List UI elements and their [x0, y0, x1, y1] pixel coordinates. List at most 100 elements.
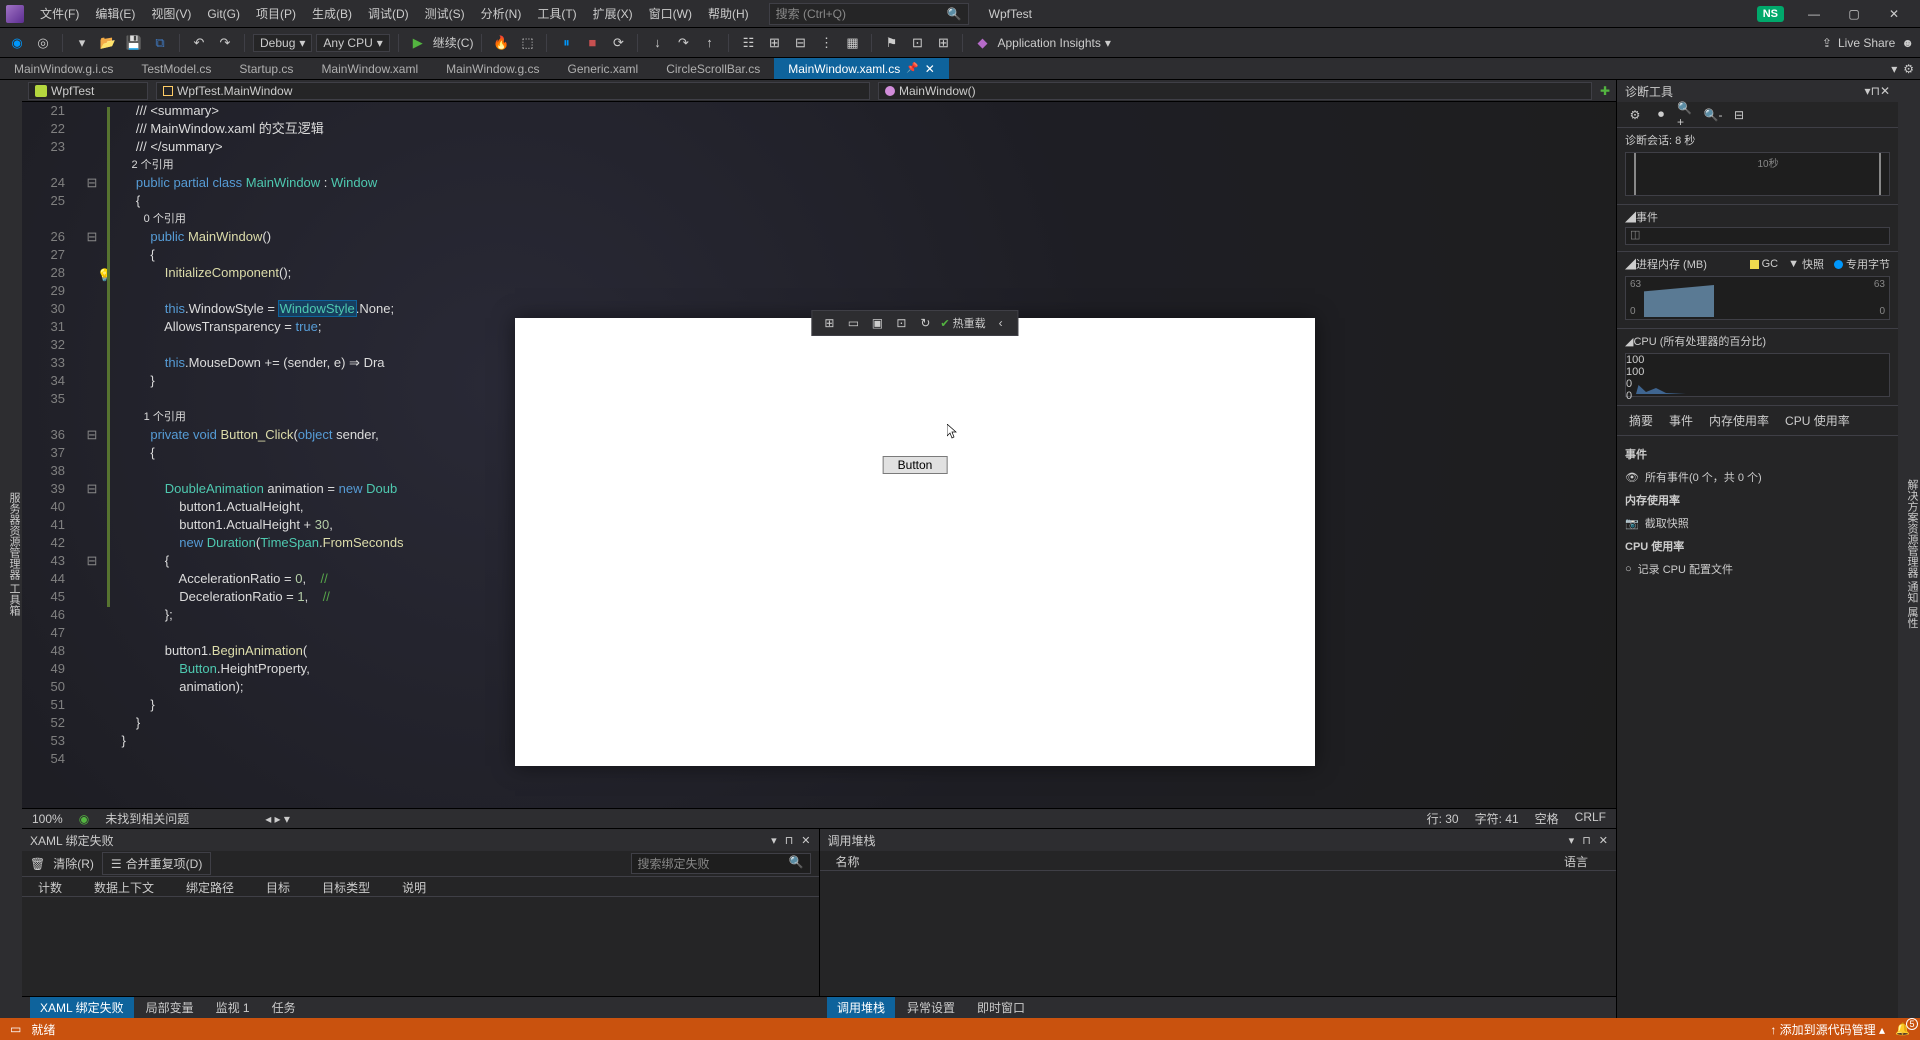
issues-nav[interactable]: ◂ ▸ ▾: [265, 812, 290, 826]
split-icon[interactable]: ✚: [1600, 84, 1610, 98]
restart-icon[interactable]: ⟳: [607, 32, 629, 54]
col-header[interactable]: 计数: [30, 877, 82, 896]
diag-reset-icon[interactable]: ⊟: [1729, 105, 1749, 125]
menu-view[interactable]: 视图(V): [143, 1, 199, 26]
menu-git[interactable]: Git(G): [199, 3, 248, 25]
open-icon[interactable]: 📂: [97, 32, 119, 54]
diag-tab[interactable]: CPU 使用率: [1781, 410, 1854, 431]
bottom-tab[interactable]: XAML 绑定失败: [30, 997, 134, 1018]
undo-icon[interactable]: ↶: [188, 32, 210, 54]
diag-tab[interactable]: 内存使用率: [1705, 410, 1773, 431]
issues-icon[interactable]: ◉: [79, 812, 89, 826]
right-side-strip[interactable]: 解决方案资源管理器 通知 属性: [1898, 80, 1920, 1018]
cpu-graph[interactable]: 100100 00: [1625, 353, 1890, 397]
bottom-tab[interactable]: 异常设置: [897, 997, 965, 1018]
bottom-tab[interactable]: 即时窗口: [967, 997, 1035, 1018]
bottom-tab[interactable]: 监视 1: [206, 997, 260, 1018]
live-collapse-icon[interactable]: ‹: [992, 314, 1010, 332]
bottom-tab[interactable]: 局部变量: [136, 997, 204, 1018]
redo-icon[interactable]: ↷: [214, 32, 236, 54]
col-lang[interactable]: 语言: [1556, 851, 1608, 870]
diag-tab[interactable]: 事件: [1665, 410, 1697, 431]
tb-more-3[interactable]: ⊟: [789, 32, 811, 54]
menu-test[interactable]: 测试(S): [417, 1, 473, 26]
diag-cpu-header[interactable]: ◢CPU (所有处理器的百分比): [1625, 333, 1890, 349]
cpu-record-button[interactable]: ○记录 CPU 配置文件: [1625, 558, 1890, 580]
bottom-tab[interactable]: 任务: [262, 997, 306, 1018]
col-header[interactable]: 目标: [258, 877, 310, 896]
panel-dropdown-icon[interactable]: ▾: [1569, 834, 1575, 847]
app-insights-icon[interactable]: ◆: [971, 32, 993, 54]
menu-build[interactable]: 生成(B): [304, 1, 360, 26]
live-share-icon[interactable]: ⇪: [1822, 36, 1832, 50]
clear-icon[interactable]: 🗑: [30, 857, 45, 871]
zoom-dropdown[interactable]: 100%: [32, 812, 63, 826]
menu-edit[interactable]: 编辑(E): [87, 1, 143, 26]
running-app-window[interactable]: ⊞ ▭ ▣ ⊡ ↻ ✔热重载 ‹ Button: [515, 318, 1315, 766]
nav-back-icon[interactable]: ◉: [6, 32, 28, 54]
nav-fwd-icon[interactable]: ◎: [32, 32, 54, 54]
col-header[interactable]: 数据上下文: [86, 877, 174, 896]
app-insights-label[interactable]: Application Insights: [997, 36, 1100, 50]
left-side-strip[interactable]: 服务器资源管理器 工具箱: [0, 80, 22, 1018]
panel-dropdown-icon[interactable]: ▾: [771, 834, 777, 847]
maximize-button[interactable]: ▢: [1834, 0, 1874, 28]
diag-zoom-in-icon[interactable]: 🔍+: [1677, 105, 1697, 125]
live-track-icon[interactable]: ⊡: [892, 314, 910, 332]
diag-events-header[interactable]: ◢事件: [1625, 209, 1890, 225]
col-header[interactable]: 说明: [394, 877, 446, 896]
merge-button[interactable]: ☰ 合并重复项(D): [102, 852, 211, 875]
feedback-icon[interactable]: ☻: [1901, 36, 1914, 50]
global-search-input[interactable]: 搜索 (Ctrl+Q) 🔍: [769, 3, 969, 25]
menu-file[interactable]: 文件(F): [32, 1, 87, 26]
tb-more-4[interactable]: ⋮: [815, 32, 837, 54]
step-over-icon[interactable]: ↷: [672, 32, 694, 54]
new-file-icon[interactable]: ▾: [71, 32, 93, 54]
source-control-button[interactable]: ↑ 添加到源代码管理 ▴: [1770, 1021, 1885, 1038]
continue-label[interactable]: 继续(C): [433, 34, 474, 51]
live-refresh-icon[interactable]: ↻: [916, 314, 934, 332]
live-share-label[interactable]: Live Share: [1838, 36, 1895, 50]
panel-pin-icon[interactable]: ⊓: [1871, 84, 1880, 98]
diag-timeline[interactable]: 10秒: [1625, 152, 1890, 196]
menu-ext[interactable]: 扩展(X): [585, 1, 641, 26]
tb-more-2[interactable]: ⊞: [763, 32, 785, 54]
live-tree-icon[interactable]: ⊞: [820, 314, 838, 332]
menu-project[interactable]: 项目(P): [248, 1, 304, 26]
tab-CircleScrollBar-cs[interactable]: CircleScrollBar.cs: [652, 58, 774, 79]
eol-mode[interactable]: CRLF: [1575, 810, 1606, 827]
clear-label[interactable]: 清除(R): [53, 855, 94, 872]
menu-tools[interactable]: 工具(T): [529, 1, 584, 26]
xaml-live-toolbar[interactable]: ⊞ ▭ ▣ ⊡ ↻ ✔热重载 ‹: [811, 310, 1018, 336]
step-out-icon[interactable]: ↑: [698, 32, 720, 54]
tab-MainWindow-xaml-cs[interactable]: MainWindow.xaml.cs📌✕: [774, 58, 949, 79]
tab-MainWindow-g-i-cs[interactable]: MainWindow.g.i.cs: [0, 58, 127, 79]
close-button[interactable]: ✕: [1874, 0, 1914, 28]
tb-more-1[interactable]: ☷: [737, 32, 759, 54]
tb-more-5[interactable]: ▦: [841, 32, 863, 54]
live-select-icon[interactable]: ▭: [844, 314, 862, 332]
nav-class-dropdown[interactable]: WpfTest.MainWindow: [156, 82, 870, 100]
snapshot-button[interactable]: 📷截取快照: [1625, 512, 1890, 534]
tab-Generic-xaml[interactable]: Generic.xaml: [554, 58, 653, 79]
diag-settings-icon[interactable]: ⚙: [1625, 105, 1645, 125]
tb-icon-1[interactable]: ⬚: [516, 32, 538, 54]
tab-overflow-icon[interactable]: ▾: [1891, 62, 1897, 76]
tb-more-6[interactable]: ⊡: [906, 32, 928, 54]
diag-tab[interactable]: 摘要: [1625, 410, 1657, 431]
notifications-button[interactable]: 🔔5: [1895, 1022, 1910, 1036]
pause-icon[interactable]: ⏸: [555, 32, 577, 54]
diag-zoom-out-icon[interactable]: 🔍-: [1703, 105, 1723, 125]
platform-dropdown[interactable]: Any CPU▾: [316, 34, 389, 52]
save-all-icon[interactable]: ⧉: [149, 32, 171, 54]
panel-close-icon[interactable]: ✕: [1599, 834, 1608, 847]
live-layout-icon[interactable]: ▣: [868, 314, 886, 332]
hot-reload-status[interactable]: ✔热重载: [940, 315, 985, 331]
tab-Startup-cs[interactable]: Startup.cs: [225, 58, 307, 79]
diag-record-icon[interactable]: ⏺: [1651, 105, 1671, 125]
pin-icon[interactable]: 📌: [906, 63, 918, 74]
save-icon[interactable]: 💾: [123, 32, 145, 54]
close-tab-icon[interactable]: ✕: [925, 62, 935, 76]
wpf-button[interactable]: Button: [883, 456, 948, 474]
diag-mem-header[interactable]: ◢进程内存 (MB): [1625, 256, 1707, 272]
